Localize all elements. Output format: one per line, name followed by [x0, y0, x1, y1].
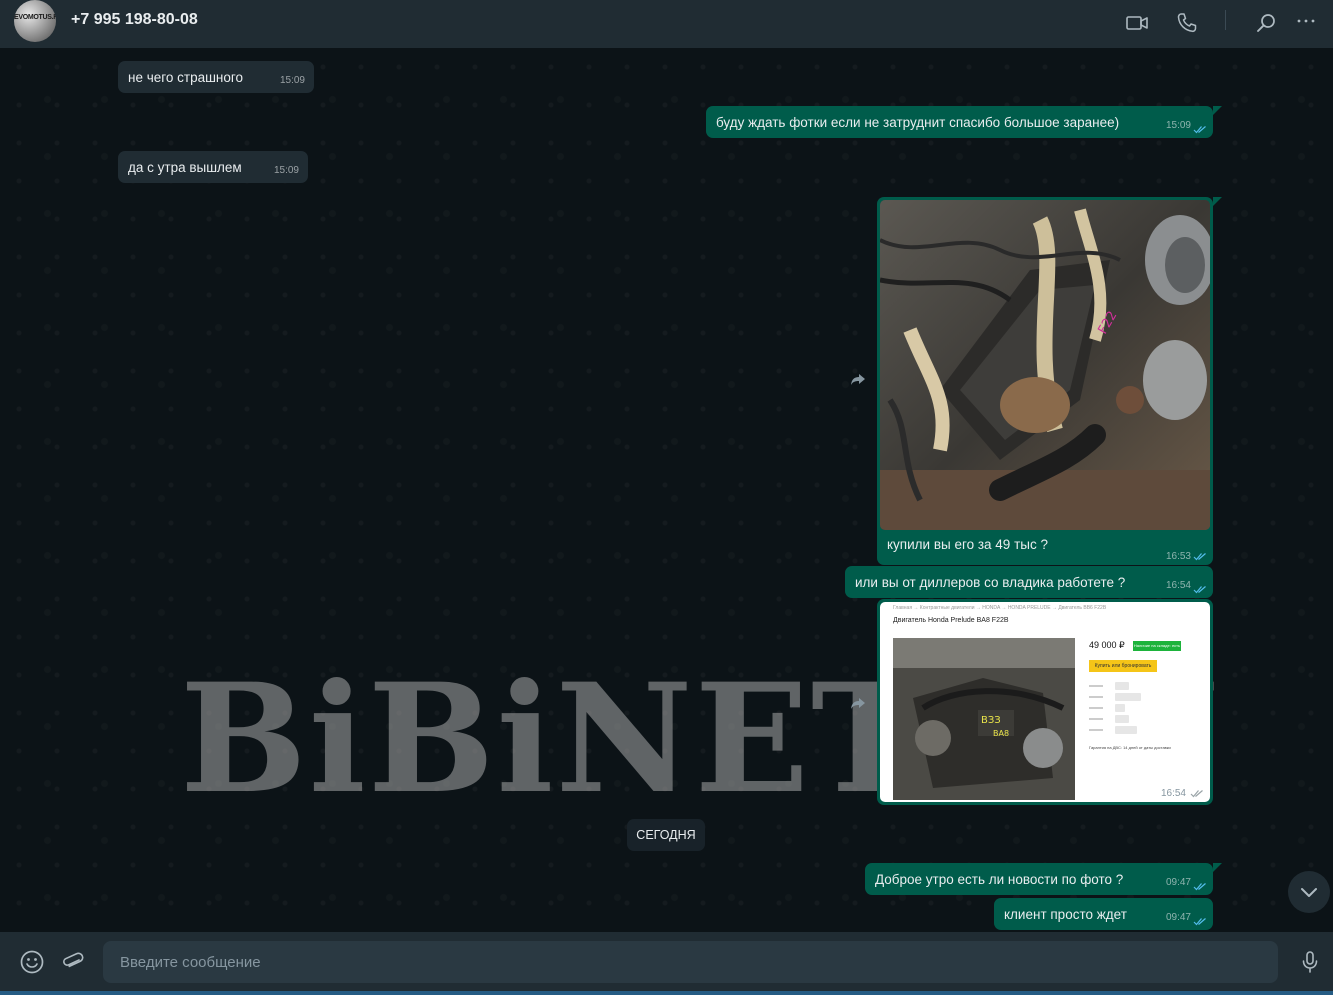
window-bottom-edge — [0, 991, 1333, 995]
message-text: да с утра вышлем — [128, 160, 242, 175]
message-time: 15:09 — [273, 165, 299, 176]
screenshot-spec-row — [1089, 693, 1169, 701]
message-outgoing-image[interactable]: Главная → Контрактные двигатели → HONDA … — [877, 599, 1213, 805]
message-time: 16:54 — [1160, 788, 1186, 799]
bubble-tail — [1213, 863, 1222, 872]
screenshot-product-image: ВЗЗ ВА8 — [893, 638, 1075, 800]
contact-avatar[interactable]: EVOMOTUS.RU — [14, 0, 56, 42]
engine-photo-image: F22 — [880, 200, 1210, 530]
attach-icon[interactable] — [60, 949, 86, 975]
read-receipt-icon — [1193, 918, 1206, 926]
read-receipt-icon — [1193, 883, 1206, 891]
scroll-to-bottom-button[interactable] — [1288, 871, 1330, 913]
bubble-tail — [1213, 106, 1222, 115]
message-text: или вы от диллеров со владика работете ? — [855, 575, 1126, 590]
emoji-icon[interactable] — [19, 949, 45, 975]
screenshot-spec-row — [1089, 682, 1169, 690]
message-time: 15:09 — [1165, 120, 1191, 131]
message-outgoing[interactable]: или вы от диллеров со владика работете ?… — [845, 566, 1213, 598]
read-receipt-icon — [1193, 126, 1206, 134]
message-outgoing[interactable]: буду ждать фотки если не затруднит спаси… — [706, 106, 1213, 138]
screenshot-note: Гарантия на ДВС: 14 дней от даты доставк… — [1089, 745, 1171, 750]
screenshot-buy-button: Купить или бронировать — [1089, 660, 1157, 672]
search-icon[interactable] — [1254, 11, 1278, 35]
screenshot-stock-badge: Наличие на складе: есть — [1133, 641, 1181, 651]
message-time: 16:53 — [1165, 551, 1191, 562]
message-time: 16:54 — [1165, 580, 1191, 591]
svg-text:ВА8: ВА8 — [993, 729, 1009, 738]
contact-name[interactable]: +7 995 198-80-08 — [71, 11, 198, 29]
screenshot-product-title: Двигатель Honda Prelude BA8 F22B — [893, 617, 1009, 624]
message-text: Доброе утро есть ли новости по фото ? — [875, 872, 1124, 887]
voice-call-icon[interactable] — [1175, 11, 1199, 35]
message-composer — [0, 932, 1333, 995]
screenshot-price: 49 000 ₽ — [1089, 640, 1125, 650]
message-text: не чего страшного — [128, 70, 244, 85]
chat-header: EVOMOTUS.RU +7 995 198-80-08 — [0, 0, 1333, 48]
screenshot-spec-row — [1089, 726, 1169, 734]
screenshot-spec-row — [1089, 715, 1169, 723]
microphone-icon[interactable] — [1297, 949, 1323, 975]
header-divider — [1225, 10, 1226, 30]
message-outgoing-image[interactable]: F22 купили вы его за 49 тыс ? 16:53 — [877, 197, 1213, 565]
bubble-tail — [1213, 197, 1222, 206]
forward-icon[interactable] — [848, 693, 868, 713]
read-receipt-icon — [1193, 553, 1206, 561]
menu-dots-icon[interactable] — [1294, 11, 1318, 35]
engine-photo[interactable]: F22 — [880, 200, 1210, 530]
message-text: клиент просто ждет — [1004, 907, 1127, 922]
avatar-logo-text: EVOMOTUS.RU — [14, 14, 56, 21]
message-time: 09:47 — [1165, 912, 1191, 923]
message-incoming[interactable]: не чего страшного 15:09 — [118, 61, 314, 93]
message-time: 15:09 — [279, 75, 305, 86]
date-separator: СЕГОДНЯ — [627, 819, 705, 851]
message-text: буду ждать фотки если не затруднит спаси… — [716, 115, 1120, 130]
message-incoming[interactable]: да с утра вышлем 15:09 — [118, 151, 308, 183]
message-time: 09:47 — [1165, 877, 1191, 888]
message-input[interactable] — [103, 941, 1278, 983]
svg-text:ВЗЗ: ВЗЗ — [981, 715, 1001, 726]
message-outgoing[interactable]: Доброе утро есть ли новости по фото ? 09… — [865, 863, 1213, 895]
image-caption: купили вы его за 49 тыс ? — [887, 537, 1048, 552]
forward-icon[interactable] — [848, 369, 868, 389]
website-screenshot[interactable]: Главная → Контрактные двигатели → HONDA … — [880, 602, 1210, 802]
message-outgoing[interactable]: клиент просто ждет 09:47 — [994, 898, 1213, 930]
read-receipt-icon — [1190, 790, 1203, 798]
screenshot-breadcrumbs: Главная → Контрактные двигатели → HONDA … — [893, 605, 1107, 611]
chat-area[interactable]: BiBiNET.RU не чего страшного 15:09 буду … — [0, 48, 1333, 932]
video-call-icon[interactable] — [1125, 11, 1149, 35]
chevron-down-icon — [1301, 888, 1317, 897]
screenshot-spec-row — [1089, 704, 1169, 712]
read-receipt-icon — [1193, 586, 1206, 594]
